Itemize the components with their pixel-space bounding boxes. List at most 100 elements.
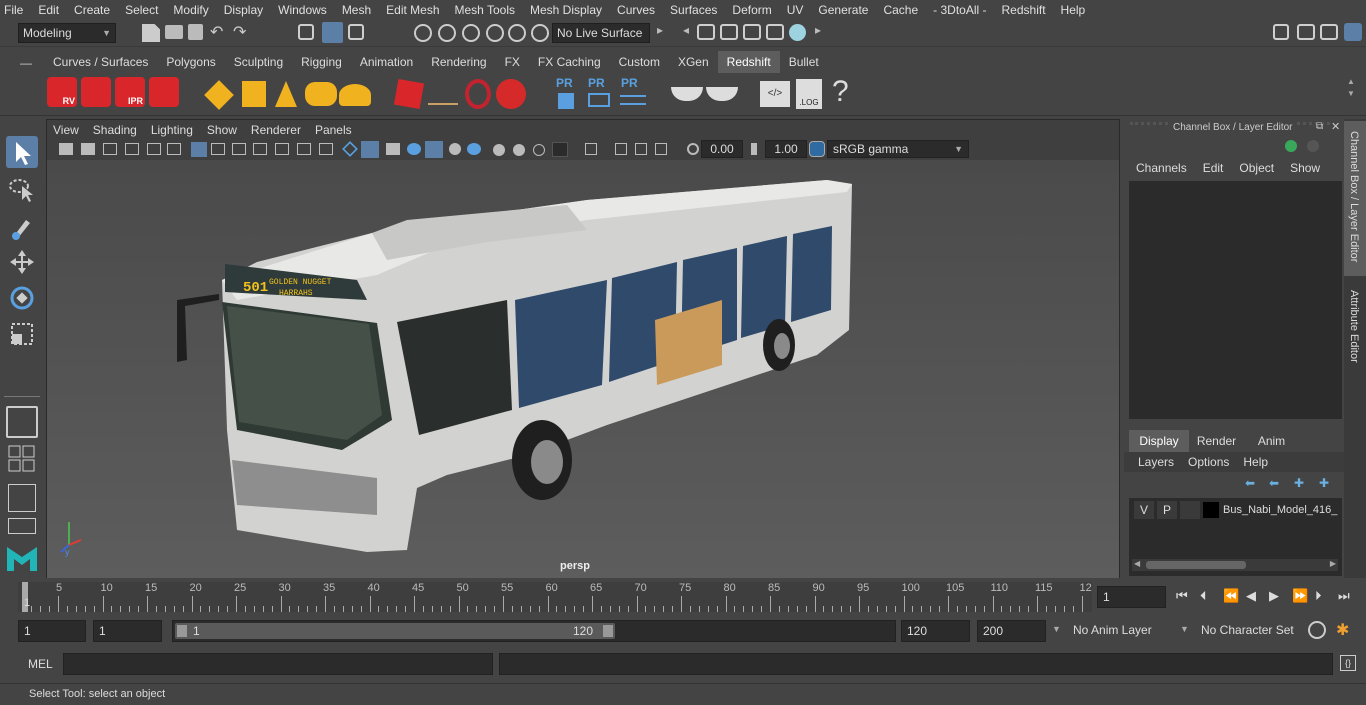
- time-slider[interactable]: 1 5 10 15 20 25 30 35 40 45 50 55 60 65 70 75 80 85 90 95 1…: [0, 580, 1366, 614]
- scroll-left-icon[interactable]: ◀: [1134, 559, 1140, 568]
- resolution-gate-icon[interactable]: [232, 143, 246, 155]
- frame-all-icon[interactable]: [655, 143, 667, 155]
- channel-box-filter-icon[interactable]: [1307, 140, 1319, 152]
- vp-menu-lighting[interactable]: Lighting: [151, 123, 193, 137]
- safe-action-icon[interactable]: [297, 143, 311, 155]
- step-back-icon[interactable]: ⏴: [1200, 588, 1207, 604]
- isolate-select-icon[interactable]: [552, 142, 568, 157]
- range-slider[interactable]: 1 120: [172, 620, 896, 642]
- motion-blur-icon[interactable]: [493, 144, 505, 156]
- chevron-left-icon[interactable]: ◂: [683, 23, 689, 37]
- vp-menu-show[interactable]: Show: [207, 123, 237, 137]
- wireframe-on-shaded-icon[interactable]: [386, 143, 400, 155]
- vp-menu-shading[interactable]: Shading: [93, 123, 137, 137]
- script-editor-icon[interactable]: {}: [1340, 655, 1356, 671]
- menu-mesh[interactable]: Mesh: [342, 3, 371, 17]
- gamma-icon[interactable]: [751, 143, 761, 155]
- shadows-icon[interactable]: [449, 143, 461, 155]
- chevron-right-icon[interactable]: ▸: [815, 23, 821, 37]
- redshift-script-icon[interactable]: </>: [760, 81, 790, 107]
- float-panel-icon[interactable]: ⧉: [1316, 121, 1323, 132]
- redshift-light-icon[interactable]: [204, 80, 234, 110]
- grid-icon[interactable]: [191, 142, 207, 157]
- xray-joints-icon[interactable]: [615, 143, 627, 155]
- camera-select-icon[interactable]: [59, 143, 73, 155]
- layer-name[interactable]: Bus_Nabi_Model_416_: [1223, 501, 1338, 519]
- cb-menu-show[interactable]: Show: [1290, 161, 1320, 177]
- menu-help[interactable]: Help: [1061, 3, 1086, 17]
- 3d-scene[interactable]: 501 GOLDEN NUGGET HARRAHS y persp: [47, 160, 1119, 578]
- redshift-hair-icon[interactable]: [428, 87, 458, 105]
- vp-menu-panels[interactable]: Panels: [315, 123, 352, 137]
- color-management-icon[interactable]: [809, 141, 825, 157]
- side-by-side-layout-icon[interactable]: [8, 484, 36, 512]
- menu-edit[interactable]: Edit: [38, 3, 59, 17]
- redshift-sun-icon[interactable]: [339, 84, 371, 106]
- tab-fx[interactable]: FX: [496, 51, 529, 73]
- use-all-lights-icon[interactable]: [425, 141, 443, 158]
- chevron-down-icon[interactable]: ▼: [1052, 624, 1061, 634]
- move-tool-icon[interactable]: [6, 246, 38, 278]
- lasso-tool-icon[interactable]: [6, 174, 38, 206]
- layer-color-swatch[interactable]: [1203, 502, 1219, 518]
- layer-visibility-toggle[interactable]: V: [1134, 501, 1154, 519]
- script-language-label[interactable]: MEL: [28, 657, 53, 671]
- rotate-tool-icon[interactable]: [6, 282, 38, 314]
- redshift-proxy-icon[interactable]: [393, 78, 425, 110]
- menu-deform[interactable]: Deform: [732, 3, 771, 17]
- redshift-volume-icon[interactable]: [465, 79, 491, 109]
- tab-anim-layers[interactable]: Anim: [1244, 430, 1299, 452]
- menu-mesh-display[interactable]: Mesh Display: [530, 3, 602, 17]
- xray-components-icon[interactable]: [635, 143, 647, 155]
- colorspace-dropdown[interactable]: sRGB gamma ▼: [827, 140, 969, 158]
- playback-start-field[interactable]: 1: [93, 620, 162, 642]
- animation-end-field[interactable]: 200: [977, 620, 1046, 642]
- playback-end-field[interactable]: 120: [901, 620, 970, 642]
- bookmarks-icon[interactable]: [103, 143, 117, 155]
- vp-menu-view[interactable]: View: [53, 123, 79, 137]
- menu-redshift[interactable]: Redshift: [1002, 3, 1046, 17]
- safe-title-icon[interactable]: [319, 143, 333, 155]
- new-layer-icon[interactable]: ✚: [1294, 476, 1304, 490]
- camera-attributes-icon[interactable]: [81, 143, 95, 155]
- play-backwards-icon[interactable]: ◀: [1246, 588, 1256, 604]
- menu-create[interactable]: Create: [74, 3, 110, 17]
- redshift-area-light-icon[interactable]: [242, 81, 266, 107]
- save-scene-icon[interactable]: [188, 24, 203, 40]
- command-input[interactable]: [63, 653, 493, 675]
- depth-of-field-icon[interactable]: [533, 144, 545, 156]
- tab-polygons[interactable]: Polygons: [157, 51, 224, 73]
- live-surface-field[interactable]: No Live Surface: [552, 23, 650, 43]
- tab-animation[interactable]: Animation: [351, 51, 422, 73]
- exposure-icon[interactable]: [687, 143, 699, 155]
- snap-curve-icon[interactable]: [438, 24, 456, 42]
- current-frame-field[interactable]: 1: [1097, 586, 1166, 608]
- gamma-field[interactable]: 1.00: [765, 140, 807, 158]
- smooth-shade-icon[interactable]: [361, 141, 379, 158]
- grease-pencil-icon[interactable]: [167, 143, 181, 155]
- tab-render-layers[interactable]: Render: [1189, 430, 1244, 452]
- menu-mesh-tools[interactable]: Mesh Tools: [455, 3, 515, 17]
- side-tab-channel-box[interactable]: Channel Box / Layer Editor: [1344, 121, 1366, 276]
- redshift-help-icon[interactable]: ?: [832, 75, 849, 109]
- close-icon[interactable]: ✕: [1331, 120, 1340, 133]
- range-start-handle[interactable]: [177, 625, 187, 637]
- outliner-layout-icon[interactable]: [8, 518, 36, 534]
- redshift-bake-set-icon[interactable]: [706, 87, 738, 101]
- tab-bullet[interactable]: Bullet: [780, 51, 828, 73]
- channel-box-display-icon[interactable]: [1285, 140, 1297, 152]
- open-scene-icon[interactable]: [165, 25, 183, 39]
- tab-redshift[interactable]: Redshift: [717, 51, 780, 73]
- step-back-key-icon[interactable]: ⏪: [1223, 588, 1239, 604]
- menu-cache[interactable]: Cache: [883, 3, 918, 17]
- step-forward-icon[interactable]: ⏵: [1315, 588, 1322, 604]
- render-settings-icon[interactable]: [766, 24, 784, 40]
- menu-edit-mesh[interactable]: Edit Mesh: [386, 3, 439, 17]
- menu-uv[interactable]: UV: [787, 3, 804, 17]
- new-scene-icon[interactable]: [142, 24, 160, 42]
- image-plane-icon[interactable]: [125, 143, 139, 155]
- time-ruler[interactable]: 1 5 10 15 20 25 30 35 40 45 50 55 60 65 70 75 80 85 90 95 1…: [18, 582, 1092, 612]
- render-frame-icon[interactable]: [720, 24, 738, 40]
- hypershade-icon[interactable]: [789, 24, 806, 41]
- snap-grid-icon[interactable]: [414, 24, 432, 42]
